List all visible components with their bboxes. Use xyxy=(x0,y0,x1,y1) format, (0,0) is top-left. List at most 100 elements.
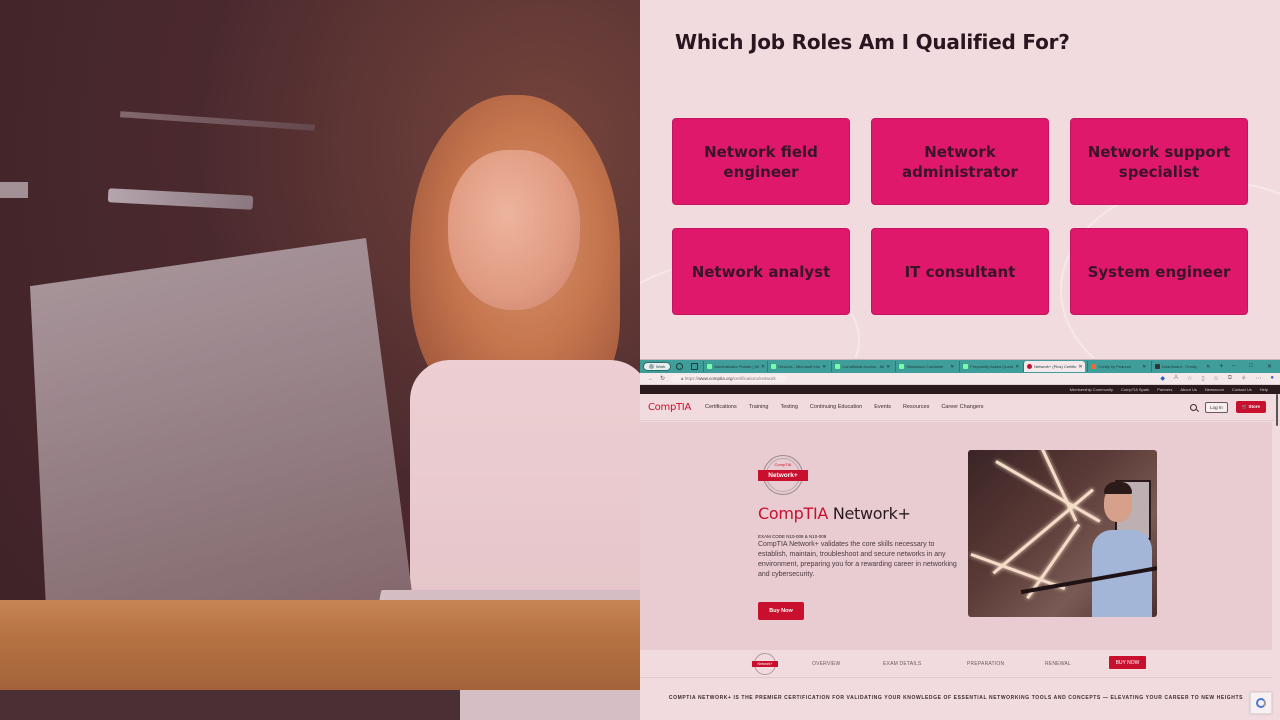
role-card: IT consultant xyxy=(871,228,1049,315)
workspaces-icon[interactable] xyxy=(676,363,684,370)
browser-tab[interactable]: Devices - Microsoft Intu ✕ xyxy=(767,361,829,372)
window-controls: – □ ✕ xyxy=(1232,363,1280,370)
read-aloud-icon[interactable]: A xyxy=(1174,375,1178,382)
tab-bar: Work Administrator Portals | Mi ✕ Devices… xyxy=(640,360,1280,373)
close-tab-icon[interactable]: ✕ xyxy=(950,364,954,370)
split-screen-icon[interactable]: ▯ xyxy=(1201,375,1204,382)
store-button[interactable]: 🛒 Store xyxy=(1235,401,1266,413)
favicon-icon xyxy=(835,364,841,369)
utility-link[interactable]: Contact Us xyxy=(1232,387,1252,392)
close-tab-icon[interactable]: ✕ xyxy=(1142,364,1146,370)
utility-link[interactable]: About Us xyxy=(1180,387,1196,392)
job-roles-panel: Which Job Roles Am I Qualified For? Netw… xyxy=(640,0,1280,358)
utility-link[interactable]: Newsroom xyxy=(1205,387,1224,392)
profile-button[interactable]: Work xyxy=(643,362,672,371)
browser-tab[interactable]: Administrator Portals | Mi ✕ xyxy=(703,361,765,372)
browser-tab-active[interactable]: Network+ (Plus) Certific ✕ xyxy=(1023,361,1086,372)
close-window-button[interactable]: ✕ xyxy=(1267,363,1272,370)
hero-title: CompTIA Network+ xyxy=(758,504,911,523)
close-tab-icon[interactable]: ✕ xyxy=(1078,364,1082,370)
hero-section: CompTIA Network+ CompTIA Network+ EXAM C… xyxy=(640,422,1272,675)
utility-link[interactable]: Help xyxy=(1260,387,1268,392)
photo-man-hair xyxy=(1104,482,1132,494)
utility-nav: Membership Community CompTIA Spark Partn… xyxy=(640,385,1280,394)
product-subnav: Network+ OVERVIEW EXAM DETAILS PREPARATI… xyxy=(640,650,1272,678)
role-card: Network administrator xyxy=(871,118,1049,205)
tab-title: Conditional Access - Mi xyxy=(842,364,884,369)
role-cards: Network field engineer Network administr… xyxy=(672,118,1248,315)
role-card: System engineer xyxy=(1070,228,1248,315)
subnav-preparation[interactable]: PREPARATION xyxy=(967,661,1004,667)
woman-laptop-photo xyxy=(0,0,640,720)
url-input[interactable]: 🔒︎ https://www.comptia.org/certification… xyxy=(671,375,786,382)
utility-link[interactable]: Partners xyxy=(1157,387,1172,392)
url-prefix: https:// xyxy=(684,376,699,381)
maximize-button[interactable]: □ xyxy=(1249,363,1253,370)
tab-title: Frequently Asked Quest xyxy=(970,364,1013,369)
close-tab-icon[interactable]: ✕ xyxy=(886,364,890,370)
back-icon[interactable]: ← xyxy=(648,376,654,382)
nav-link-continuing-education[interactable]: Continuing Education xyxy=(810,404,862,410)
refresh-icon[interactable]: ↻ xyxy=(660,375,665,382)
extensions-icon[interactable]: ⚘ xyxy=(1241,375,1246,382)
tab-actions-icon[interactable] xyxy=(691,363,699,370)
nav-link-testing[interactable]: Testing xyxy=(780,404,797,410)
subnav-renewal[interactable]: RENEWAL xyxy=(1045,661,1071,667)
url-path: /certifications/network xyxy=(732,376,776,381)
comptia-favicon-icon xyxy=(1027,364,1033,369)
tab-title: Credly by Pearson xyxy=(1098,364,1132,369)
tab-title: Devices - Microsoft Intu xyxy=(778,364,821,369)
browser-window: Work Administrator Portals | Mi ✕ Devices… xyxy=(640,359,1280,720)
exam-code: EXAM CODE N10-008 & N10-009 xyxy=(758,534,827,539)
recaptcha-icon xyxy=(1256,698,1266,708)
subnav-exam-details[interactable]: EXAM DETAILS xyxy=(883,661,921,667)
slide: Which Job Roles Am I Qualified For? Netw… xyxy=(0,0,1280,720)
copilot-icon[interactable]: ● xyxy=(1270,375,1274,382)
search-icon[interactable] xyxy=(1190,403,1198,411)
tab-title: Simulation Container xyxy=(906,364,944,369)
nav-link-resources[interactable]: Resources xyxy=(903,404,929,410)
login-button[interactable]: Log In xyxy=(1205,401,1228,413)
page-title: Which Job Roles Am I Qualified For? xyxy=(675,30,1070,54)
favorites-icon[interactable]: ✩ xyxy=(1214,375,1219,382)
badge-small-text: CompTIA xyxy=(774,462,792,467)
close-tab-icon[interactable]: ✕ xyxy=(1015,364,1019,370)
recaptcha-badge[interactable] xyxy=(1250,692,1272,714)
more-menu-icon[interactable]: ⋯ xyxy=(1255,375,1261,382)
minimize-button[interactable]: – xyxy=(1232,363,1235,370)
nav-link-certifications[interactable]: Certifications xyxy=(705,404,737,410)
nav-link-career-changers[interactable]: Career Changers xyxy=(941,404,983,410)
browser-toolbar: ◆ A ☆ ▯ ✩ ⧉ ⚘ ⋯ ● xyxy=(1160,375,1280,382)
new-tab-button[interactable]: + xyxy=(1219,363,1223,370)
scrollbar-thumb[interactable] xyxy=(1276,394,1278,426)
url-host: www.comptia.org xyxy=(698,376,733,381)
nav-link-events[interactable]: Events xyxy=(874,404,891,410)
subnav-buy-now-button[interactable]: BUY NOW xyxy=(1109,656,1146,669)
role-card: Network field engineer xyxy=(672,118,850,205)
utility-link[interactable]: Membership Community xyxy=(1070,387,1113,392)
badge-label: Network+ xyxy=(758,470,808,481)
browser-tab[interactable]: Conditional Access - Mi ✕ xyxy=(831,361,893,372)
nav-link-training[interactable]: Training xyxy=(749,404,769,410)
favorite-star-icon[interactable]: ☆ xyxy=(1187,375,1192,382)
badge-label: Network+ xyxy=(752,661,778,667)
browser-tab[interactable]: Frequently Asked Quest ✕ xyxy=(959,361,1021,372)
close-tab-icon[interactable]: ✕ xyxy=(1206,364,1210,370)
browser-tab[interactable]: Simulation Container ✕ xyxy=(895,361,957,372)
favicon-icon xyxy=(899,364,905,369)
collections-icon[interactable]: ⧉ xyxy=(1228,375,1232,382)
page-scrollbar[interactable] xyxy=(1275,394,1279,720)
extension-icon[interactable]: ◆ xyxy=(1160,375,1165,382)
browser-tab[interactable]: Dashboard - Credly ✕ xyxy=(1151,361,1213,372)
header-actions: Log In 🛒 Store xyxy=(1190,401,1280,413)
subnav-overview[interactable]: OVERVIEW xyxy=(812,661,840,667)
buy-now-button[interactable]: Buy Now xyxy=(758,602,804,620)
close-tab-icon[interactable]: ✕ xyxy=(822,364,826,370)
utility-link[interactable]: CompTIA Spark xyxy=(1121,387,1149,392)
close-tab-icon[interactable]: ✕ xyxy=(761,364,765,370)
comptia-logo[interactable]: CompTIA xyxy=(648,402,691,413)
tagline: COMPTIA NETWORK+ IS THE PREMIER CERTIFIC… xyxy=(668,695,1244,701)
hero-title-product: Network+ xyxy=(828,504,911,523)
subnav-badge: Network+ xyxy=(752,653,778,675)
browser-tab[interactable]: Credly by Pearson ✕ xyxy=(1087,361,1149,372)
